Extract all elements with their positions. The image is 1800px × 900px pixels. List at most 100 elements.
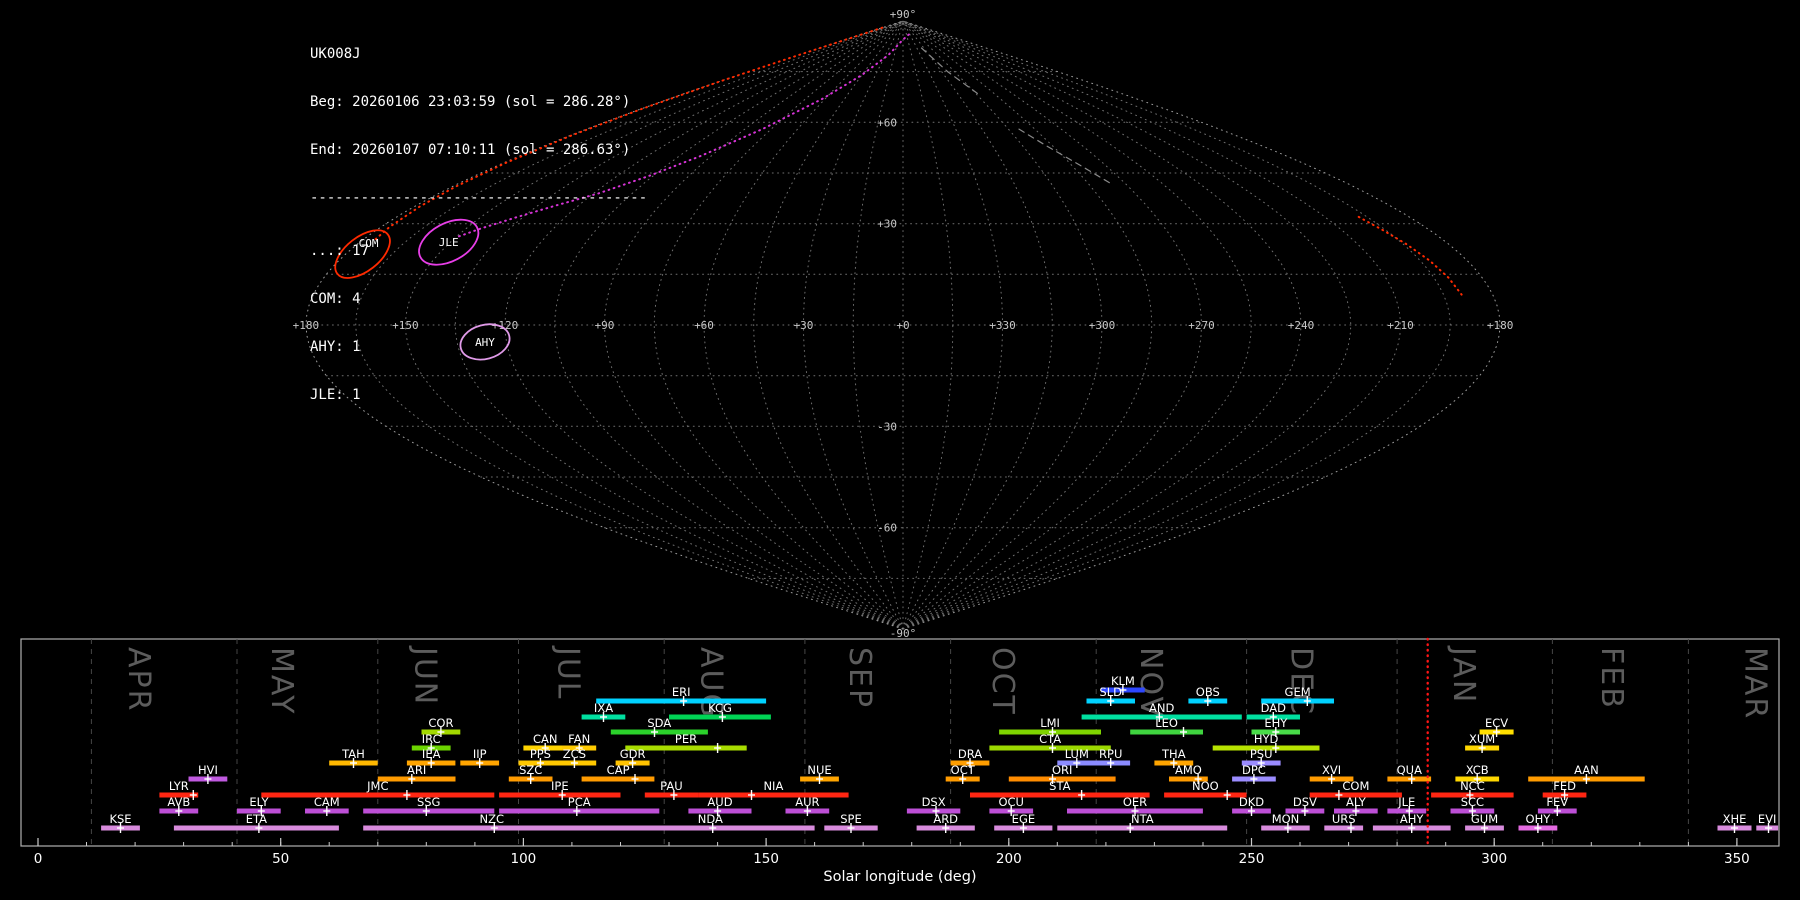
shower-label-SLD: SLD bbox=[1099, 685, 1122, 699]
month-label-jun: JUN bbox=[407, 645, 442, 706]
shower-label-URS: URS bbox=[1332, 812, 1356, 826]
shower-label-PER: PER bbox=[675, 732, 697, 746]
shower-label-HYD: HYD bbox=[1254, 732, 1279, 746]
shower-label-GUM: GUM bbox=[1471, 812, 1498, 826]
map-lon-label: +270 bbox=[1188, 319, 1215, 332]
shower-label-DKD: DKD bbox=[1239, 795, 1264, 809]
map-lon-label: +210 bbox=[1387, 319, 1414, 332]
shower-label-LYR: LYR bbox=[169, 779, 189, 793]
map-lon-label: +30 bbox=[794, 319, 814, 332]
shower-label-FAN: FAN bbox=[568, 732, 590, 746]
map-meridian bbox=[802, 20, 904, 630]
shower-label-GEM: GEM bbox=[1285, 685, 1311, 699]
shower-label-ZCS: ZCS bbox=[563, 747, 586, 761]
shower-label-CAN: CAN bbox=[533, 732, 558, 746]
map-lat-label: -30 bbox=[877, 420, 897, 433]
map-lon-label: +330 bbox=[989, 319, 1016, 332]
shower-label-NCC: NCC bbox=[1460, 779, 1485, 793]
radiant-track-COM-drift-wrap bbox=[1357, 215, 1463, 296]
month-label-feb: FEB bbox=[1594, 647, 1629, 710]
shower-label-ALY: ALY bbox=[1346, 795, 1367, 809]
shower-label-ARI: ARI bbox=[407, 763, 426, 777]
shower-label-LMI: LMI bbox=[1040, 716, 1060, 730]
shower-label-NTA: NTA bbox=[1131, 812, 1154, 826]
shower-label-LEO: LEO bbox=[1155, 716, 1178, 730]
shower-label-DPC: DPC bbox=[1242, 763, 1266, 777]
shower-label-EHY: EHY bbox=[1264, 716, 1288, 730]
shower-label-IPE: IPE bbox=[551, 779, 569, 793]
shower-label-IRC: IRC bbox=[422, 732, 441, 746]
shower-label-FED: FED bbox=[1553, 779, 1576, 793]
map-meridian bbox=[753, 20, 904, 630]
shower-label-ORI: ORI bbox=[1052, 763, 1072, 777]
shower-label-ARD: ARD bbox=[933, 812, 958, 826]
map-lat-label: +90° bbox=[890, 8, 917, 21]
observation-header: UK008J Beg: 20260106 23:03:59 (sol = 286… bbox=[310, 14, 647, 435]
shower-label-HVI: HVI bbox=[198, 763, 218, 777]
shower-label-CAM: CAM bbox=[314, 795, 340, 809]
shower-label-OCT: OCT bbox=[951, 763, 976, 777]
axis-tick-label: 0 bbox=[34, 851, 43, 867]
shower-label-AMO: AMO bbox=[1175, 763, 1202, 777]
shower-label-PPS: PPS bbox=[530, 747, 551, 761]
shower-label-OER: OER bbox=[1123, 795, 1147, 809]
map-lon-label: +0 bbox=[896, 319, 909, 332]
shower-label-THA: THA bbox=[1161, 747, 1186, 761]
shower-label-AUD: AUD bbox=[707, 795, 732, 809]
map-lat-label: -90° bbox=[890, 627, 917, 640]
shower-label-SDA: SDA bbox=[647, 716, 671, 730]
shower-label-FEV: FEV bbox=[1546, 795, 1568, 809]
shower-label-IIP: IIP bbox=[473, 747, 487, 761]
count-jle: JLE: 1 bbox=[310, 387, 361, 403]
shower-label-COM: COM bbox=[1342, 779, 1369, 793]
shower-label-JLE: JLE bbox=[1397, 795, 1415, 809]
shower-label-NDA: NDA bbox=[698, 812, 723, 826]
shower-label-SPE: SPE bbox=[840, 812, 862, 826]
separator-line: ---------------------------------------- bbox=[310, 190, 648, 206]
station-code: UK008J bbox=[310, 46, 361, 62]
shower-label-STA: STA bbox=[1049, 779, 1070, 793]
shower-bar-CAP bbox=[581, 776, 655, 782]
axis-tick-label: 150 bbox=[753, 851, 779, 867]
month-label-sep: SEP bbox=[842, 647, 877, 709]
shower-label-NOO: NOO bbox=[1192, 779, 1219, 793]
map-lat-label: -60 bbox=[877, 522, 897, 535]
map-lat-label: +60 bbox=[877, 116, 897, 129]
shower-label-KCG: KCG bbox=[708, 701, 732, 715]
shower-label-OCU: OCU bbox=[998, 795, 1024, 809]
shower-bar-LEO bbox=[1130, 729, 1203, 735]
axis-tick-label: 250 bbox=[1239, 851, 1265, 867]
shower-label-EGE: EGE bbox=[1012, 812, 1035, 826]
map-lon-label: +60 bbox=[694, 319, 714, 332]
month-label-apr: APR bbox=[121, 647, 156, 712]
shower-label-NIA: NIA bbox=[763, 779, 783, 793]
shower-label-ERI: ERI bbox=[672, 685, 691, 699]
begin-time-line: Beg: 20260106 23:03:59 (sol = 286.28°) bbox=[310, 94, 631, 110]
radiant-track-minor-track-2 bbox=[1018, 128, 1111, 184]
shower-label-OHY: OHY bbox=[1526, 812, 1552, 826]
month-label-jan: JAN bbox=[1446, 645, 1481, 704]
shower-label-CTA: CTA bbox=[1039, 732, 1061, 746]
shower-label-XCB: XCB bbox=[1466, 763, 1489, 777]
map-lon-label: +240 bbox=[1288, 319, 1315, 332]
shower-label-AVB: AVB bbox=[167, 795, 190, 809]
map-lat-label: +30 bbox=[877, 218, 897, 231]
shower-label-PCA: PCA bbox=[568, 795, 591, 809]
shower-label-SZC: SZC bbox=[519, 763, 542, 777]
count-com: COM: 4 bbox=[310, 291, 361, 307]
month-label-jul: JUL bbox=[551, 645, 586, 701]
axis-tick-label: 300 bbox=[1481, 851, 1507, 867]
shower-label-OBS: OBS bbox=[1196, 685, 1220, 699]
shower-bar-NTA bbox=[1057, 825, 1228, 831]
shower-label-NUE: NUE bbox=[807, 763, 831, 777]
radiant-map-and-activity-plot: +90°+60+30-30-60-90°+180 +150 +120 +90 +60 +3… bbox=[20, 8, 1780, 885]
axis-tick-label: 100 bbox=[511, 851, 537, 867]
shower-label-AUR: AUR bbox=[795, 795, 819, 809]
shower-label-RPU: RPU bbox=[1099, 747, 1122, 761]
shower-label-GDR: GDR bbox=[620, 747, 646, 761]
shower-bar-NOO bbox=[1164, 792, 1247, 798]
shower-label-SSG: SSG bbox=[417, 795, 441, 809]
map-lon-label: +300 bbox=[1089, 319, 1116, 332]
shower-label-DSV: DSV bbox=[1293, 795, 1317, 809]
shower-label-XHE: XHE bbox=[1723, 812, 1747, 826]
